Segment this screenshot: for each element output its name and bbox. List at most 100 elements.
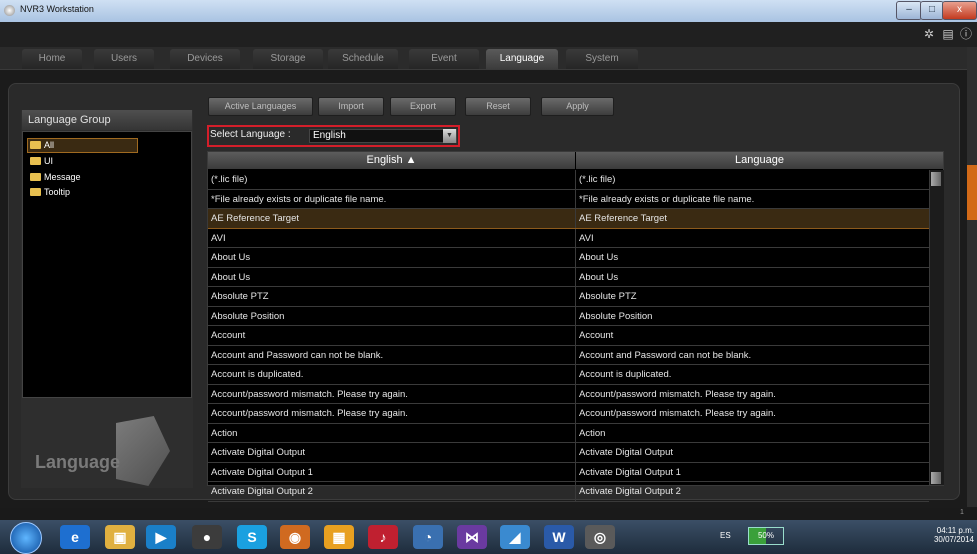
cell-english: AE Reference Target xyxy=(208,209,576,228)
info-icon[interactable]: ⓘ xyxy=(959,27,973,41)
active-languages-button[interactable]: Active Languages xyxy=(208,97,313,116)
cell-english: Account and Password can not be blank. xyxy=(208,345,576,364)
cell-english: Account/password mismatch. Please try ag… xyxy=(208,384,576,403)
table-row[interactable]: About Us About Us xyxy=(208,267,929,287)
table-row[interactable]: AVI AVI xyxy=(208,228,929,248)
cell-language[interactable]: Action xyxy=(576,424,929,443)
scroll-down-button[interactable] xyxy=(931,472,941,484)
table-row[interactable]: Absolute PTZ Absolute PTZ xyxy=(208,287,929,307)
document-icon[interactable]: ▤ xyxy=(941,27,955,41)
app-icon[interactable]: ◢ xyxy=(500,525,530,549)
table-row[interactable]: *File already exists or duplicate file n… xyxy=(208,189,929,209)
cell-english: About Us xyxy=(208,267,576,286)
word-icon[interactable]: W xyxy=(544,525,574,549)
import-button[interactable]: Import xyxy=(318,97,384,116)
cell-language[interactable]: About Us xyxy=(576,268,929,287)
select-language-label: Select Language : xyxy=(210,129,291,140)
window-title: NVR3 Workstation xyxy=(20,4,94,14)
cell-language[interactable]: Account/password mismatch. Please try ag… xyxy=(576,385,929,404)
apply-button[interactable]: Apply xyxy=(541,97,614,116)
cell-english: About Us xyxy=(208,248,576,267)
tab-devices[interactable]: Devices xyxy=(170,49,240,69)
cell-language[interactable]: Account xyxy=(576,326,929,345)
cell-language[interactable]: *File already exists or duplicate file n… xyxy=(576,190,929,209)
tray-clock[interactable]: 04:11 p.m. 30/07/2014 xyxy=(928,526,974,544)
itunes-icon[interactable]: ♪ xyxy=(368,525,398,549)
vs-icon[interactable]: ⋈ xyxy=(457,525,487,549)
photos-icon[interactable]: ▦ xyxy=(324,525,354,549)
table-row[interactable]: Activate Digital Output Activate Digital … xyxy=(208,443,929,463)
firefox-icon[interactable]: ◉ xyxy=(280,525,310,549)
tab-users[interactable]: Users xyxy=(94,49,154,69)
reset-button[interactable]: Reset xyxy=(465,97,531,116)
tree-item-message[interactable]: Message xyxy=(30,171,81,183)
battery-indicator[interactable]: 50% xyxy=(748,527,784,545)
settings-icon[interactable]: ✲ xyxy=(922,27,936,41)
tab-system[interactable]: System xyxy=(566,49,638,69)
select-language-dropdown[interactable]: English xyxy=(309,129,457,143)
cell-language[interactable]: Activate Digital Output 1 xyxy=(576,463,929,482)
close-button[interactable]: x xyxy=(942,1,977,20)
clock-time: 04:11 p.m. xyxy=(936,526,974,535)
tab-home[interactable]: Home xyxy=(22,49,82,69)
table-row[interactable]: Action Action xyxy=(208,423,929,443)
tab-language[interactable]: Language xyxy=(486,49,558,69)
minimize-button[interactable]: – xyxy=(896,1,922,20)
cell-language[interactable]: Activate Digital Output xyxy=(576,443,929,462)
cell-language[interactable]: Absolute PTZ xyxy=(576,287,929,306)
column-header-language[interactable]: Language xyxy=(576,152,943,169)
export-button[interactable]: Export xyxy=(390,97,456,116)
vertical-scrollbar[interactable] xyxy=(929,170,944,485)
ie-icon[interactable]: e xyxy=(60,525,90,549)
tree-item-label: Message xyxy=(44,172,81,182)
table-row[interactable]: Activate Digital Output 1 Activate Digita… xyxy=(208,462,929,482)
cell-language[interactable]: Account is duplicated. xyxy=(576,365,929,384)
table-row[interactable]: Account and Password can not be blank. Ac… xyxy=(208,345,929,365)
skype-icon[interactable]: S xyxy=(237,525,267,549)
scrollbar-thumb[interactable] xyxy=(931,172,941,186)
folder-icon xyxy=(30,173,41,181)
cell-language[interactable]: About Us xyxy=(576,248,929,267)
cell-language[interactable]: AVI xyxy=(576,229,929,248)
cell-language[interactable]: Account/password mismatch. Please try ag… xyxy=(576,404,929,423)
table-row[interactable]: About Us About Us xyxy=(208,248,929,268)
start-button[interactable] xyxy=(10,522,42,554)
cell-language[interactable]: (*.lic file) xyxy=(576,170,929,189)
cell-english: Account/password mismatch. Please try ag… xyxy=(208,404,576,423)
chrome-icon[interactable]: ● xyxy=(192,525,222,549)
language-group-title: Language Group xyxy=(22,110,192,130)
cell-english: Absolute PTZ xyxy=(208,287,576,306)
table-row[interactable]: Account is duplicated. Account is duplica… xyxy=(208,365,929,385)
table-row[interactable]: Activate Digital Output 2 Activate Digita… xyxy=(208,482,929,502)
maximize-button[interactable]: □ xyxy=(920,1,944,20)
tab-storage[interactable]: Storage xyxy=(253,49,323,69)
cell-language[interactable]: Account and Password can not be blank. xyxy=(576,346,929,365)
cell-english: Account xyxy=(208,326,576,345)
chevron-down-icon[interactable]: ▼ xyxy=(443,129,456,143)
tree-item-tooltip[interactable]: Tooltip xyxy=(30,186,70,198)
tab-event[interactable]: Event xyxy=(409,49,479,69)
app-header xyxy=(0,22,977,47)
table-row[interactable]: Absolute Position Absolute Position xyxy=(208,306,929,326)
table-row[interactable]: Account Account xyxy=(208,326,929,346)
table-row[interactable]: Account/password mismatch. Please try ag… xyxy=(208,404,929,424)
chat-icon[interactable]: ◔ xyxy=(413,525,443,549)
column-header-english[interactable]: English ▲ xyxy=(208,152,575,169)
cell-language[interactable]: Absolute Position xyxy=(576,307,929,326)
tab-schedule[interactable]: Schedule xyxy=(328,49,398,69)
media-icon[interactable]: ▶ xyxy=(146,525,176,549)
folder-icon[interactable]: ▣ xyxy=(105,525,135,549)
table-row[interactable]: Account/password mismatch. Please try ag… xyxy=(208,384,929,404)
status-bar xyxy=(0,508,977,520)
table-row[interactable]: (*.lic file) (*.lic file) xyxy=(208,170,929,190)
tray-language[interactable]: ES xyxy=(720,531,731,540)
cell-language[interactable]: AE Reference Target xyxy=(576,209,929,228)
cell-english: Activate Digital Output 2 xyxy=(208,482,576,501)
tree-item-ui[interactable]: UI xyxy=(30,155,53,167)
side-panel-toggle[interactable] xyxy=(967,165,977,220)
folder-icon xyxy=(30,188,41,196)
table-row[interactable]: AE Reference Target AE Reference Target xyxy=(208,209,929,229)
nvr-icon[interactable]: ◎ xyxy=(585,525,615,549)
cell-language[interactable]: Activate Digital Output 2 xyxy=(576,482,929,501)
tree-item-all[interactable]: All xyxy=(30,139,54,151)
